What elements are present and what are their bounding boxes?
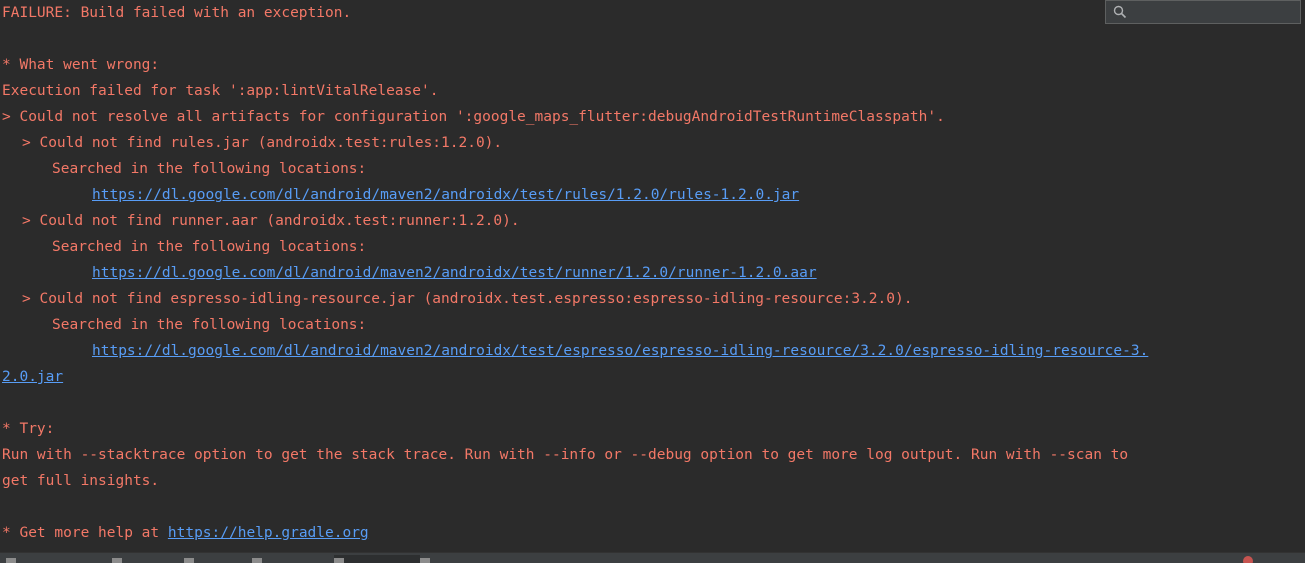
gradle-help-link[interactable]: https://help.gradle.org xyxy=(168,525,369,541)
build-output-console: FAILURE: Build failed with an exception.… xyxy=(0,0,1305,552)
tool-window-icon xyxy=(6,558,16,563)
console-line: https://dl.google.com/dl/android/maven2/… xyxy=(0,182,1305,208)
tool-window-icon xyxy=(184,558,194,563)
console-line: > Could not resolve all artifacts for co… xyxy=(2,109,945,125)
search-icon xyxy=(1113,5,1127,19)
terminal-icon xyxy=(334,558,344,563)
artifact-link-runner[interactable]: https://dl.google.com/dl/android/maven2/… xyxy=(92,265,817,281)
bottom-tool-window-bar xyxy=(0,552,1305,563)
console-line: > Could not find espresso-idling-resourc… xyxy=(22,291,913,307)
search-input[interactable] xyxy=(1132,3,1300,23)
help-prefix: * Get more help at xyxy=(2,525,168,541)
console-line: https://dl.google.com/dl/android/maven2/… xyxy=(0,260,1305,286)
console-line: * What went wrong: xyxy=(2,57,160,73)
console-line: > Could not find rules.jar (androidx.tes… xyxy=(22,135,503,151)
console-line: * Try: xyxy=(2,421,55,437)
tool-window-icon xyxy=(420,558,430,563)
console-line: Searched in the following locations: xyxy=(52,317,367,333)
artifact-link-rules[interactable]: https://dl.google.com/dl/android/maven2/… xyxy=(92,187,799,203)
tool-window-icon xyxy=(252,558,262,563)
console-search-box[interactable] xyxy=(1105,0,1301,24)
console-line: 2.0.jar xyxy=(0,364,1305,390)
artifact-link-espresso[interactable]: https://dl.google.com/dl/android/maven2/… xyxy=(92,343,1148,359)
console-line: Searched in the following locations: xyxy=(52,239,367,255)
console-line: * Get more help at https://help.gradle.o… xyxy=(0,520,1305,546)
console-line: > Could not find runner.aar (androidx.te… xyxy=(22,213,520,229)
console-line: https://dl.google.com/dl/android/maven2/… xyxy=(0,338,1305,364)
console-line: Searched in the following locations: xyxy=(52,161,367,177)
tool-window-icon xyxy=(112,558,122,563)
console-line: Run with --stacktrace option to get the … xyxy=(2,447,1129,463)
artifact-link-espresso-continued[interactable]: 2.0.jar xyxy=(2,369,63,385)
console-line: Execution failed for task ':app:lintVita… xyxy=(2,83,439,99)
console-line: get full insights. xyxy=(2,473,160,489)
